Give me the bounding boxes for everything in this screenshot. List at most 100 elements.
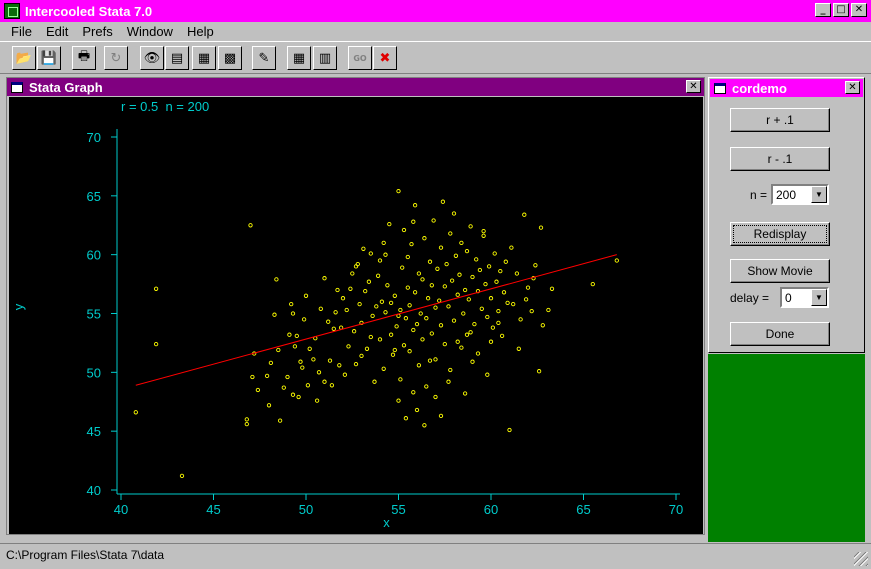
graph-window-icon[interactable]: ▦ [192,46,216,70]
chevron-down-icon[interactable]: ▼ [811,289,827,306]
cordemo-close-icon[interactable]: ✕ [845,81,860,94]
save-icon[interactable]: 💾 [37,46,61,70]
menu-help[interactable]: Help [180,24,221,39]
print-icon[interactable]: 🖶 [72,46,96,70]
data-point [353,361,359,367]
r-minus-button[interactable]: r - .1 [730,147,830,171]
show-movie-button[interactable]: Show Movie [730,259,830,283]
data-point [394,324,399,329]
data-point [370,313,375,319]
log-icon[interactable]: ✎ [252,46,276,70]
data-point [496,308,501,314]
data-point [614,258,619,263]
app-title-bar[interactable]: Intercooled Stata 7.0 _ □ ✕ [0,0,871,22]
graph-window-title-bar[interactable]: Stata Graph ✕ [7,78,704,96]
r-plus-button[interactable]: r + .1 [730,108,830,132]
y-tick-label: 70 [87,130,101,145]
graph-close-icon[interactable]: ✕ [686,80,701,93]
data-point [322,379,327,384]
done-button[interactable]: Done [730,322,830,346]
data-point [529,308,534,314]
data-point [485,372,490,377]
menu-bar: File Edit Prefs Window Help [0,22,871,41]
data-point [590,281,595,287]
data-point [403,416,409,421]
data-point [277,418,283,423]
graph-window-title: Stata Graph [29,79,103,95]
minimize-icon[interactable]: _ [815,3,831,17]
data-point [479,306,484,311]
data-point [272,312,277,317]
data-point [433,305,438,310]
data-point [264,373,270,379]
data-point [392,347,397,353]
x-tick-label: 45 [206,502,220,517]
stata-app-icon[interactable] [4,3,20,19]
break-icon[interactable]: ✖ [373,46,397,70]
open-icon[interactable]: 📂 [12,46,36,70]
data-point [523,297,529,302]
menu-file[interactable]: File [4,24,39,39]
data-point [381,240,386,246]
n-value: 200 [776,188,797,202]
cordemo-title-bar[interactable]: cordemo ✕ [710,79,863,97]
data-point [255,387,261,393]
data-point [403,316,409,321]
data-point [412,290,418,295]
data-point [464,248,470,254]
data-point [424,384,429,389]
data-point [448,231,453,236]
data-point [333,310,338,315]
menu-edit[interactable]: Edit [39,24,75,39]
data-point [377,258,383,263]
data-point [499,333,505,339]
data-point [414,321,420,327]
data-point [396,398,401,403]
data-editor-icon[interactable]: ▦ [287,46,311,70]
delay-select[interactable]: 0 ▼ [780,287,829,308]
data-point [290,311,296,316]
data-point [348,286,353,291]
n-select[interactable]: 200 ▼ [771,184,829,205]
resize-grip-icon[interactable] [854,552,868,566]
data-point [285,374,290,380]
redisplay-button[interactable]: Redisplay [730,222,830,246]
data-point [303,293,309,298]
data-point [475,351,481,356]
data-point [294,333,299,339]
data-point [451,318,457,323]
refresh-icon[interactable]: ↻ [104,46,128,70]
data-point [540,323,545,328]
data-point [538,225,544,230]
close-icon[interactable]: ✕ [851,3,867,17]
data-point [390,352,396,357]
data-point [385,283,390,288]
data-point [468,224,473,229]
data-point [276,347,281,353]
data-point [477,267,483,273]
results-icon[interactable]: ▤ [165,46,189,70]
viewer-icon[interactable]: 👁 [140,46,164,70]
data-point [501,290,507,295]
chevron-down-icon[interactable]: ▼ [811,186,827,203]
data-point [455,339,460,344]
data-point [342,372,348,377]
do-editor-icon[interactable]: ▩ [218,46,242,70]
menu-prefs[interactable]: Prefs [75,24,119,39]
data-point [442,284,447,289]
data-point [359,353,364,359]
data-point [496,320,501,326]
go-icon[interactable]: GO [348,46,372,70]
data-point [507,427,512,433]
data-point [488,296,494,301]
window-icon [11,81,23,93]
data-point [449,278,455,283]
menu-window[interactable]: Window [120,24,180,39]
maximize-icon[interactable]: □ [833,3,849,17]
data-point [368,251,373,256]
data-point [451,211,457,216]
cordemo-title: cordemo [732,80,787,96]
data-point [470,274,475,280]
data-browser-icon[interactable]: ▥ [313,46,337,70]
data-point [411,390,416,395]
